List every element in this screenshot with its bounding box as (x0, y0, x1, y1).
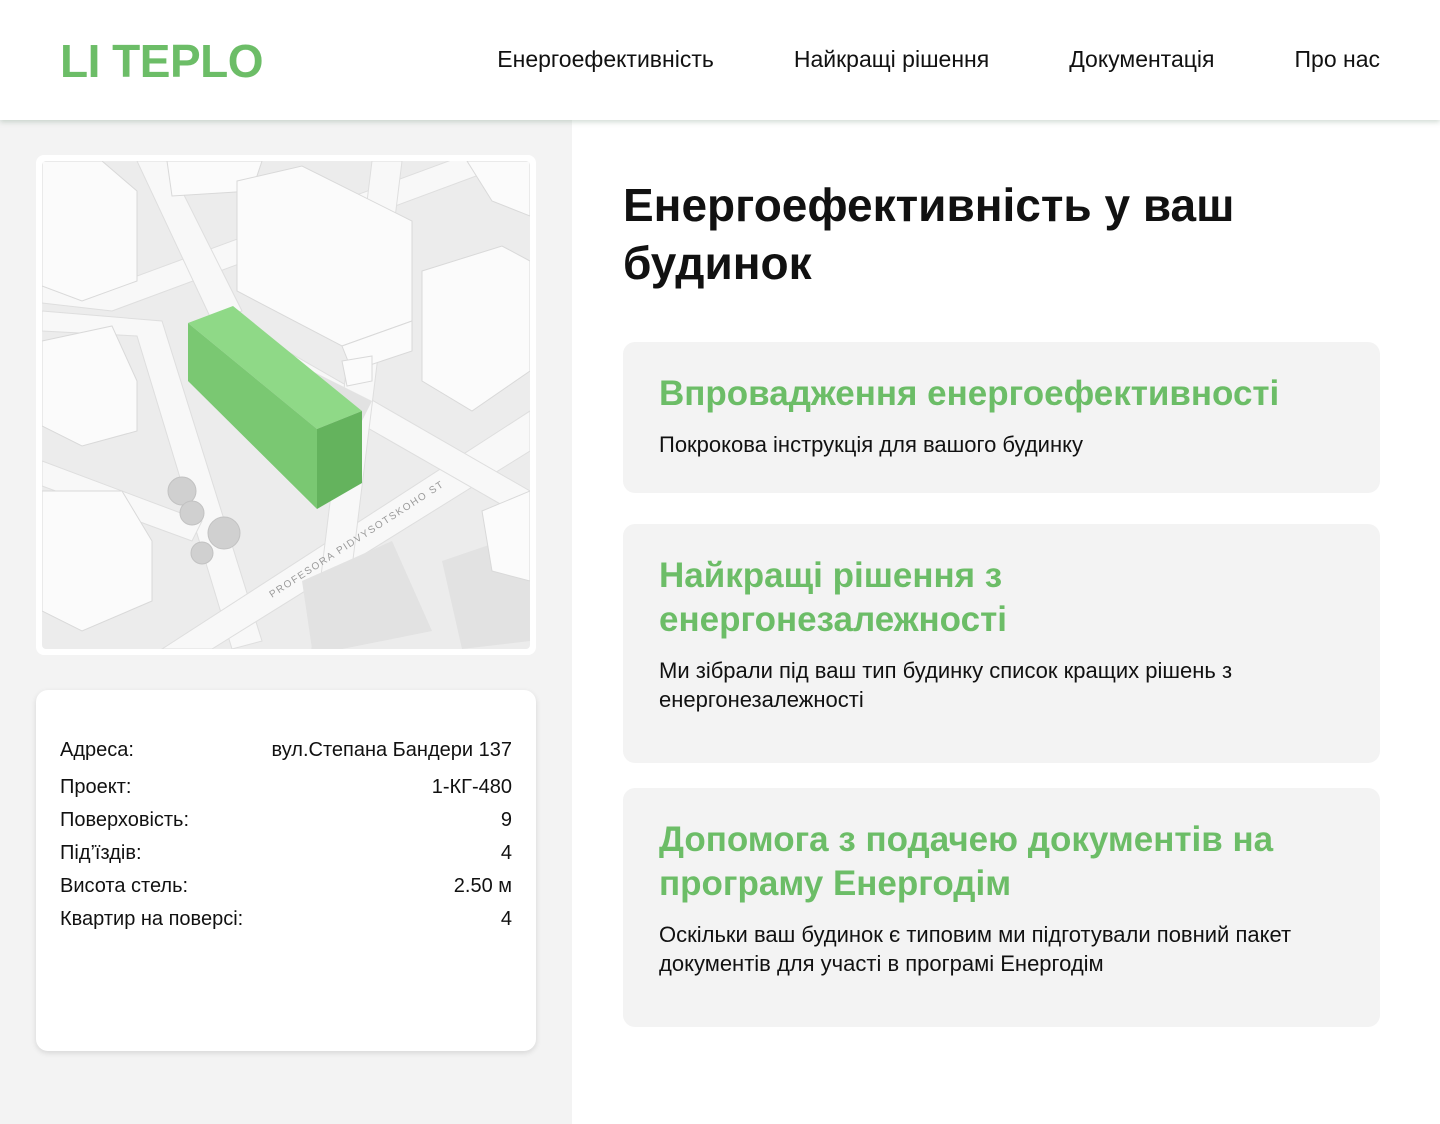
info-row-address: Адреса: вул.Степана Бандери 137 (60, 734, 512, 767)
building-sidebar: PROFESORA PIDVYSOTSKOHO ST Адреса: вул.С… (0, 120, 572, 1124)
feature-card-implementation[interactable]: Впровадження енергоефективності Покроков… (623, 342, 1380, 493)
main-nav: Енергоефективність Найкращі рішення Доку… (497, 46, 1380, 73)
feature-title: Впровадження енергоефективності (659, 374, 1280, 413)
info-value: 1-КГ-480 (431, 776, 512, 798)
nav-energy-efficiency[interactable]: Енергоефективність (497, 46, 714, 73)
feature-description: Покрокова інструкція для вашого будинку (659, 432, 1083, 457)
nav-best-solutions[interactable]: Найкращі рішення (794, 46, 989, 73)
main-content: Енергоефективність у ваш будинок Впровад… (572, 120, 1440, 1124)
info-value: вул.Степана Бандери 137 (271, 739, 512, 761)
nav-about-us[interactable]: Про нас (1295, 46, 1381, 73)
nav-documentation[interactable]: Документація (1069, 46, 1214, 73)
info-row-apartments-per-floor: Квартир на поверсі: 4 (60, 903, 512, 936)
feature-title: Допомога з подачею документів на програм… (659, 820, 1274, 903)
building-map[interactable]: PROFESORA PIDVYSOTSKOHO ST (42, 161, 530, 649)
info-label: Під’їздів: (60, 842, 142, 864)
logo[interactable]: LI TEPLO (60, 34, 264, 88)
building-info-card: Адреса: вул.Степана Бандери 137 Проект: … (36, 690, 536, 1051)
info-value: 4 (500, 842, 512, 864)
page-title: Енергоефективність у ваш будинок (623, 179, 1235, 289)
info-label: Висота стель: (60, 875, 189, 897)
feature-card-documents-help[interactable]: Допомога з подачею документів на програм… (623, 788, 1380, 1027)
info-label: Квартир на поверсі: (60, 908, 244, 930)
info-label: Адреса: (60, 739, 134, 761)
info-value: 9 (500, 809, 512, 831)
feature-title: Найкращі рішення з енергонезалежності (659, 556, 1007, 639)
info-row-entrances: Під’їздів: 4 (60, 837, 512, 870)
building-map-card: PROFESORA PIDVYSOTSKOHO ST (36, 155, 536, 655)
info-row-ceiling-height: Висота стель: 2.50 м (60, 870, 512, 903)
site-header: LI TEPLO Енергоефективність Найкращі ріш… (0, 0, 1440, 120)
feature-card-best-solutions[interactable]: Найкращі рішення з енергонезалежності Ми… (623, 524, 1380, 763)
info-value: 2.50 м (453, 875, 512, 897)
info-row-project: Проект: 1-КГ-480 (60, 771, 512, 804)
info-label: Поверховість: (60, 809, 190, 831)
info-row-floors: Поверховість: 9 (60, 804, 512, 837)
info-value: 4 (500, 908, 512, 930)
info-label: Проект: (60, 776, 132, 798)
feature-description: Оскільки ваш будинок є типовим ми підгот… (659, 922, 1292, 976)
feature-description: Ми зібрали під ваш тип будинку список кр… (659, 658, 1233, 712)
